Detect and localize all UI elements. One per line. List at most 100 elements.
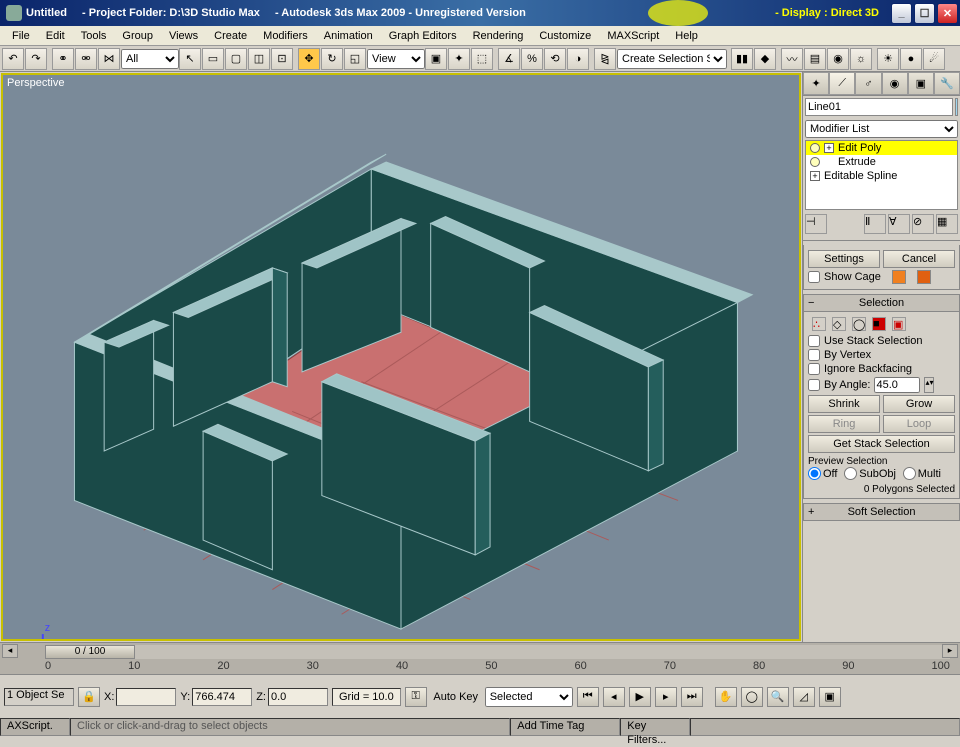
paint-select-button[interactable]: ⊡ (271, 48, 293, 70)
subobj-vertex[interactable]: ∴ (812, 317, 826, 331)
mod-editpoly[interactable]: +Edit Poly (806, 141, 957, 155)
tab-hierarchy[interactable]: ♂ (855, 72, 881, 95)
showcage-checkbox[interactable] (808, 271, 820, 283)
subobj-element[interactable]: ▣ (892, 317, 906, 331)
expand-icon[interactable]: + (824, 143, 834, 153)
render-frame-button[interactable]: ☀ (877, 48, 899, 70)
remove-mod-button[interactable]: ⊘ (912, 214, 934, 234)
percent-snap[interactable]: % (521, 48, 543, 70)
show-result-button[interactable]: Ⅱ (864, 214, 886, 234)
grow-button[interactable]: Grow (883, 395, 955, 413)
mod-extrude[interactable]: Extrude (806, 155, 957, 169)
keyfilters-button[interactable]: Key Filters... (620, 718, 690, 736)
manipulate-button[interactable]: ✦ (448, 48, 470, 70)
snap-toggle[interactable]: ⬚ (471, 48, 493, 70)
loop-button[interactable]: Loop (883, 415, 955, 433)
material-button[interactable]: ◉ (827, 48, 849, 70)
menu-rendering[interactable]: Rendering (465, 28, 532, 44)
ring-button[interactable]: Ring (808, 415, 880, 433)
use-stack-checkbox[interactable] (808, 335, 820, 347)
link-button[interactable]: ⚭ (52, 48, 74, 70)
softsel-rollup-head[interactable]: +Soft Selection (803, 503, 960, 521)
pin-stack-button[interactable]: ⊣ (805, 214, 827, 234)
preview-subobj[interactable] (844, 467, 857, 480)
mirror-button[interactable]: ⧎ (594, 48, 616, 70)
menu-customize[interactable]: Customize (531, 28, 599, 44)
preview-off[interactable] (808, 467, 821, 480)
menu-help[interactable]: Help (667, 28, 706, 44)
pivot-button[interactable]: ▣ (425, 48, 447, 70)
maximize-button[interactable]: ☐ (914, 3, 935, 24)
subobj-border[interactable]: ◯ (852, 317, 866, 331)
select-button[interactable]: ↖ (179, 48, 201, 70)
angle-snap[interactable]: ∡ (498, 48, 520, 70)
subobj-polygon[interactable]: ■ (872, 317, 886, 331)
curve-editor-button[interactable]: 〰 (781, 48, 803, 70)
window-cross-button[interactable]: ◫ (248, 48, 270, 70)
nav-zoom[interactable]: 🔍 (767, 687, 789, 707)
modifier-stack[interactable]: +Edit Poly Extrude +Editable Spline (805, 140, 958, 210)
lightbulb-icon[interactable] (810, 143, 820, 153)
subobj-edge[interactable]: ◇ (832, 317, 846, 331)
unlink-button[interactable]: ⚮ (75, 48, 97, 70)
autokey-button[interactable]: Auto Key (431, 691, 481, 703)
key-icon[interactable]: ⚿ (405, 687, 427, 707)
ref-coord[interactable]: View (367, 49, 425, 69)
coord-z[interactable] (268, 688, 328, 706)
object-color-swatch[interactable] (955, 98, 958, 116)
named-selset[interactable]: Create Selection Set (617, 49, 727, 69)
rect-select-button[interactable]: ▢ (225, 48, 247, 70)
goto-end[interactable]: ⏭ (681, 687, 703, 707)
shrink-button[interactable]: Shrink (808, 395, 880, 413)
menu-create[interactable]: Create (206, 28, 255, 44)
rotate-button[interactable]: ↻ (321, 48, 343, 70)
redo-button[interactable]: ↷ (25, 48, 47, 70)
settings-button[interactable]: Settings (808, 250, 880, 268)
spinner-snap[interactable]: ⟲ (544, 48, 566, 70)
tab-motion[interactable]: ◉ (882, 72, 908, 95)
tab-utilities[interactable]: 🔧 (934, 72, 960, 95)
goto-start[interactable]: ⏮ (577, 687, 599, 707)
schematic-button[interactable]: ▤ (804, 48, 826, 70)
nav-fov[interactable]: ◿ (793, 687, 815, 707)
mod-spline[interactable]: +Editable Spline (806, 169, 957, 183)
minimize-button[interactable]: _ (891, 3, 912, 24)
coord-y[interactable] (192, 688, 252, 706)
close-button[interactable]: ✕ (937, 3, 958, 24)
render-button[interactable]: ● (900, 48, 922, 70)
object-name-input[interactable] (805, 98, 953, 116)
render-setup-button[interactable]: ☼ (850, 48, 872, 70)
by-vertex-checkbox[interactable] (808, 349, 820, 361)
menu-tools[interactable]: Tools (73, 28, 115, 44)
ignore-backfacing-checkbox[interactable] (808, 363, 820, 375)
prev-frame[interactable]: ◂ (603, 687, 625, 707)
menu-maxscript[interactable]: MAXScript (599, 28, 667, 44)
layers-button[interactable]: ◆ (754, 48, 776, 70)
menu-grapheditors[interactable]: Graph Editors (381, 28, 465, 44)
addtag-button[interactable]: Add Time Tag (510, 718, 620, 736)
maxscript-listener[interactable]: AXScript. (0, 718, 70, 736)
unique-button[interactable]: ∀ (888, 214, 910, 234)
by-angle-checkbox[interactable] (808, 379, 820, 391)
tab-create[interactable]: ✦ (803, 72, 829, 95)
tab-modify[interactable]: ⟋ (829, 72, 855, 95)
menu-animation[interactable]: Animation (316, 28, 381, 44)
menu-views[interactable]: Views (161, 28, 206, 44)
cage-color1[interactable] (892, 270, 906, 284)
preview-multi[interactable] (903, 467, 916, 480)
quickrender-button[interactable]: ☄ (923, 48, 945, 70)
angle-input[interactable] (874, 377, 920, 393)
move-button[interactable]: ✥ (298, 48, 320, 70)
lock-sel-button[interactable]: 🔒 (78, 687, 100, 707)
tab-display[interactable]: ▣ (908, 72, 934, 95)
track-prev[interactable]: ◂ (2, 644, 18, 658)
nav-max[interactable]: ▣ (819, 687, 841, 707)
nav-pan[interactable]: ✋ (715, 687, 737, 707)
bind-button[interactable]: ⋈ (98, 48, 120, 70)
next-frame[interactable]: ▸ (655, 687, 677, 707)
menu-edit[interactable]: Edit (38, 28, 73, 44)
scale-button[interactable]: ◱ (344, 48, 366, 70)
cancel-button[interactable]: Cancel (883, 250, 955, 268)
menu-modifiers[interactable]: Modifiers (255, 28, 316, 44)
spinner-icon[interactable]: ▴▾ (924, 377, 934, 393)
